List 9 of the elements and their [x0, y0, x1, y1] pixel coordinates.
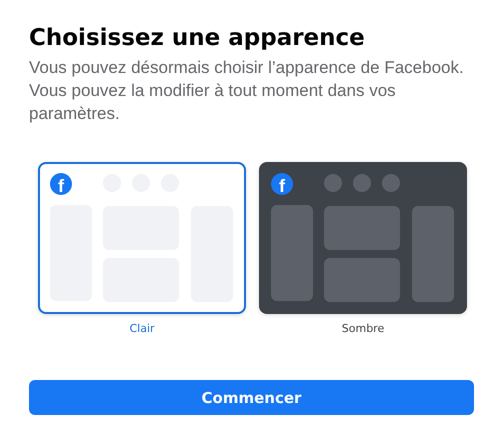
logo-icon: f	[271, 173, 293, 195]
theme-label: Clair	[129, 322, 155, 335]
description-text: Vous pouvez désormais choisir l’apparence de Facebook. Vous pouvez la modifier à tout moment dans vos paramètres.	[29, 57, 465, 125]
theme-option-card[interactable]: f	[259, 162, 467, 314]
dialog-title: Choisissez une apparence	[29, 24, 366, 53]
theme-label: Sombre	[342, 322, 384, 335]
theme-option-card[interactable]: f	[38, 162, 246, 314]
logo-icon: f	[50, 173, 72, 195]
start-button[interactable]: Commencer	[29, 380, 474, 415]
